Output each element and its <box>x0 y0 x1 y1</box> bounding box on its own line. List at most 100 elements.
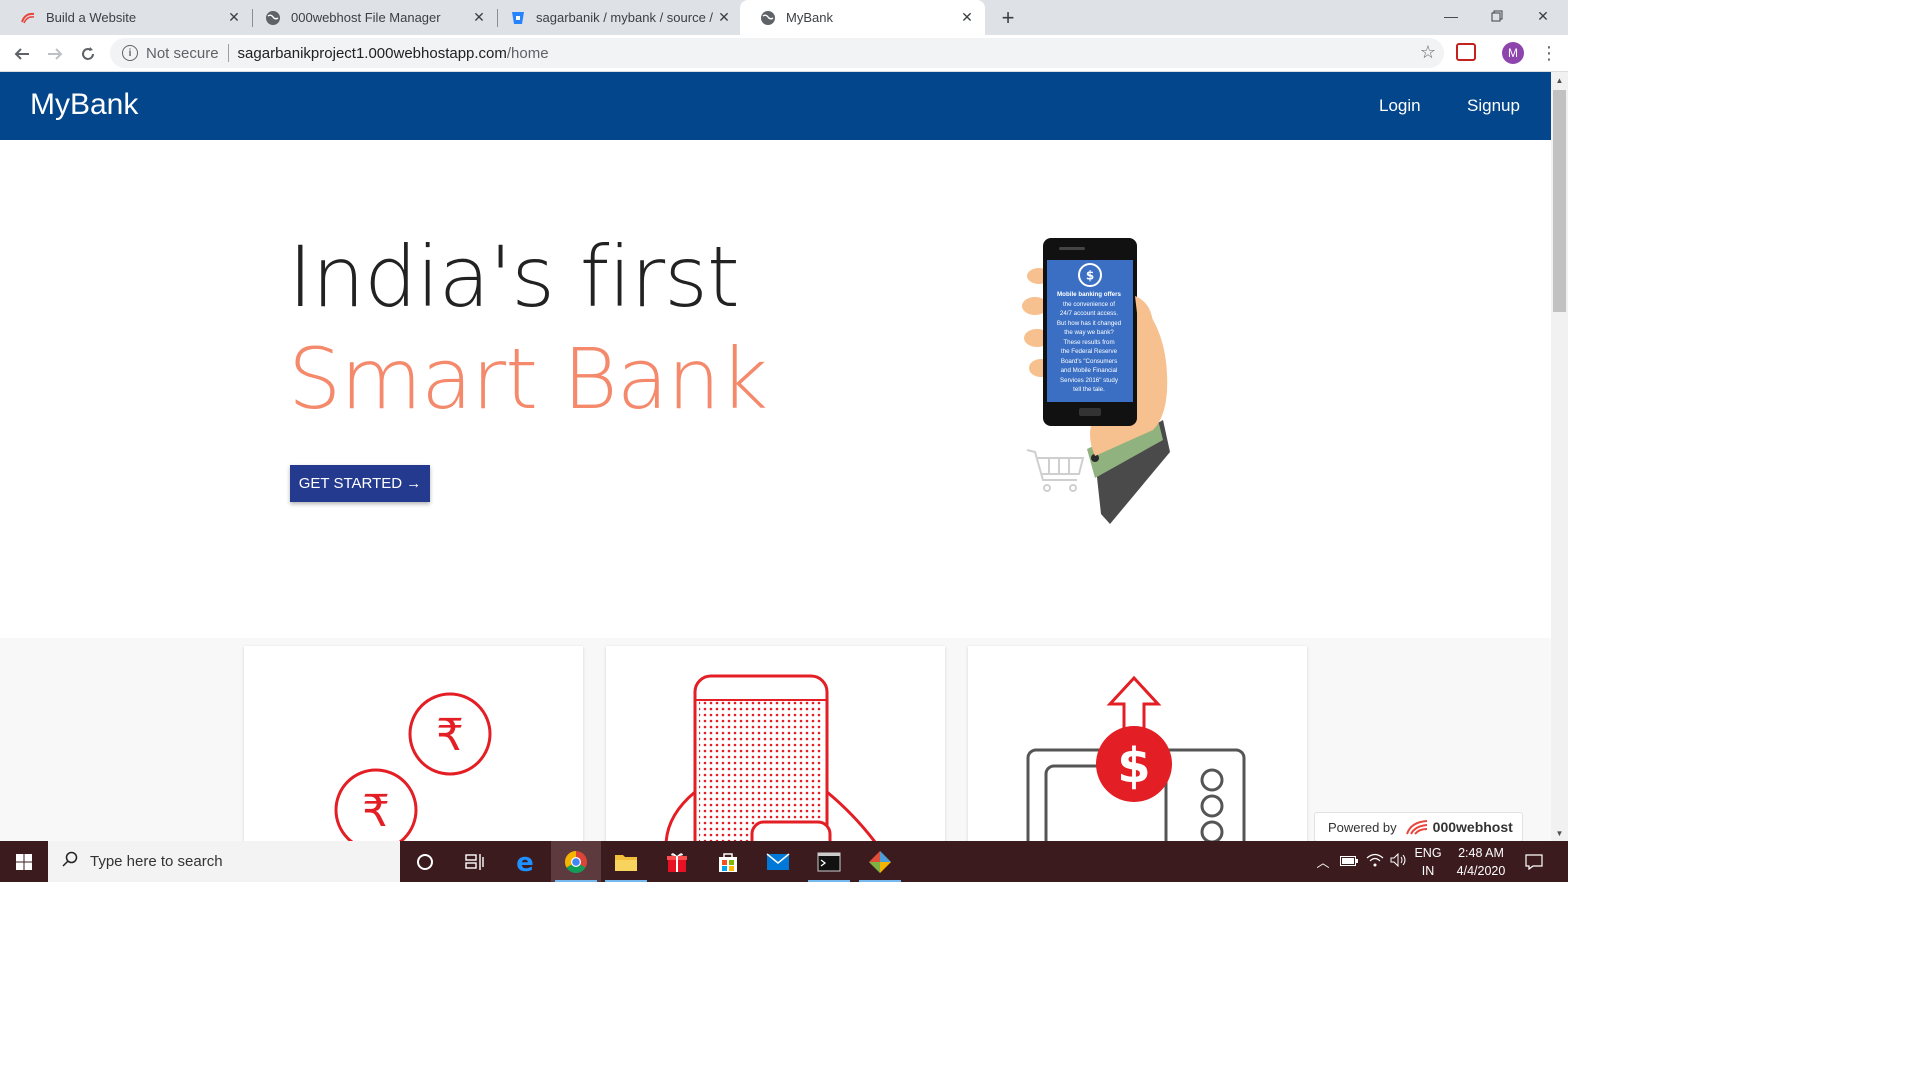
powered-by-label: Powered by <box>1328 819 1397 835</box>
forward-button[interactable] <box>41 40 69 68</box>
notification-icon <box>1525 854 1543 870</box>
window-close-button[interactable]: ✕ <box>1520 0 1566 32</box>
show-hidden-icons-chevron-icon[interactable]: ︿ <box>1314 852 1332 871</box>
globe-icon <box>265 10 281 26</box>
cortana-button[interactable] <box>400 841 450 882</box>
close-icon[interactable]: ✕ <box>959 9 975 26</box>
tab-title: Build a Website <box>46 10 137 25</box>
bitbucket-icon <box>510 10 526 26</box>
active-indicator <box>605 880 647 882</box>
tab-title: MyBank <box>786 10 833 25</box>
terminal-button[interactable] <box>804 841 854 882</box>
scroll-thumb[interactable] <box>1553 90 1566 312</box>
shopping-cart-icon <box>1026 449 1085 492</box>
phone-screen-text: Mobile banking offers the convenience of… <box>1056 291 1122 393</box>
active-indicator <box>859 880 901 882</box>
active-indicator <box>808 880 850 882</box>
chrome-taskbar-button[interactable] <box>551 841 601 882</box>
svg-text:$: $ <box>1086 269 1094 283</box>
pocket-extension-icon[interactable] <box>1456 43 1476 61</box>
page-scrollbar[interactable]: ▲ ▼ <box>1551 72 1568 841</box>
svg-text:₹: ₹ <box>436 710 464 761</box>
browser-toolbar: i Not secure sagarbanikproject1.000webho… <box>0 35 1568 72</box>
notification-center-button[interactable] <box>1520 849 1548 875</box>
wifi-icon[interactable] <box>1366 853 1386 870</box>
bookmark-star-icon[interactable]: ☆ <box>1420 42 1436 63</box>
git-app-button[interactable] <box>855 841 905 882</box>
svg-text:₹: ₹ <box>362 786 390 837</box>
feature-card-mobile[interactable] <box>606 646 945 841</box>
site-brand[interactable]: MyBank <box>30 88 138 122</box>
taskbar-search-box[interactable]: Type here to search <box>48 841 400 882</box>
system-tray: ︿ <box>1314 841 1410 882</box>
get-started-button[interactable]: GET STARTED → <box>290 465 430 502</box>
forward-arrow-icon <box>48 48 63 60</box>
start-button[interactable] <box>0 841 48 882</box>
tab-title: sagarbanik / mybank / source / R <box>536 10 716 25</box>
mail-button[interactable] <box>753 841 803 882</box>
feature-card-currency[interactable]: ₹ ₹ <box>244 646 583 841</box>
feature-card-transfer[interactable]: $ <box>968 646 1307 841</box>
folder-icon <box>615 854 637 871</box>
task-view-button[interactable] <box>450 841 500 882</box>
features-section: ₹ ₹ $ <box>0 638 1551 841</box>
separator <box>227 44 229 62</box>
reload-button[interactable] <box>74 40 102 68</box>
web-page: MyBank Login Signup India's first Smart … <box>0 72 1551 841</box>
language-indicator[interactable]: ENG IN <box>1412 844 1444 880</box>
task-view-icon <box>465 853 484 870</box>
info-icon[interactable]: i <box>122 45 138 61</box>
search-placeholder: Type here to search <box>90 853 223 870</box>
mobile-phone-hands-icon <box>664 674 877 841</box>
menu-dots-icon[interactable]: ⋮ <box>1540 42 1558 64</box>
login-link[interactable]: Login <box>1379 96 1421 116</box>
file-explorer-button[interactable] <box>601 841 651 882</box>
restore-icon <box>1491 10 1503 22</box>
powered-by-badge[interactable]: Powered by 000webhost <box>1314 812 1523 841</box>
powered-by-brand: 000webhost <box>1432 819 1513 835</box>
clock[interactable]: 2:48 AM 4/4/2020 <box>1450 844 1512 880</box>
volume-icon[interactable] <box>1390 852 1410 870</box>
address-bar[interactable]: i Not secure sagarbanikproject1.000webho… <box>110 38 1444 68</box>
site-navbar: MyBank Login Signup <box>0 72 1551 140</box>
chrome-icon <box>565 850 587 873</box>
edge-icon: e <box>516 850 534 874</box>
tab-bitbucket[interactable]: sagarbanik / mybank / source / R ✕ <box>490 0 742 35</box>
tab-mybank[interactable]: MyBank ✕ <box>740 0 985 35</box>
hero-title-line2: Smart Bank <box>288 330 768 428</box>
gift-icon <box>667 852 687 872</box>
back-button[interactable] <box>8 40 36 68</box>
security-label: Not secure <box>146 44 219 62</box>
url-host: sagarbanikproject1.000webhostapp.com <box>237 44 507 62</box>
close-icon[interactable]: ✕ <box>716 9 732 26</box>
back-arrow-icon <box>14 48 29 60</box>
restore-button[interactable] <box>1474 0 1520 32</box>
git-diamond-icon <box>869 850 891 873</box>
url-path: /home <box>506 44 549 62</box>
scroll-down-arrow-icon[interactable]: ▼ <box>1551 825 1568 841</box>
browser-tab-strip: Build a Website ✕ 000webhost File Manage… <box>0 0 1568 35</box>
webhost-logo-icon <box>1405 820 1427 835</box>
hero-title-line1: India's first <box>288 228 740 326</box>
terminal-icon <box>817 852 841 871</box>
battery-icon[interactable] <box>1340 854 1360 869</box>
profile-avatar[interactable]: M <box>1502 42 1524 64</box>
windows-taskbar: Type here to search e ︿ ENG IN 2:48 AM 4… <box>0 841 1568 882</box>
webhost-logo-icon <box>20 10 36 26</box>
scroll-up-arrow-icon[interactable]: ▲ <box>1551 72 1568 88</box>
windows-logo-icon <box>16 853 32 870</box>
signup-link[interactable]: Signup <box>1467 96 1520 116</box>
minimize-button[interactable]: — <box>1428 0 1474 32</box>
close-icon[interactable]: ✕ <box>471 9 487 26</box>
store-button[interactable] <box>703 841 753 882</box>
tab-build-website[interactable]: Build a Website ✕ <box>0 0 252 35</box>
svg-text:$: $ <box>1117 738 1150 794</box>
gift-app-button[interactable] <box>652 841 702 882</box>
close-icon[interactable]: ✕ <box>226 9 242 26</box>
mail-icon <box>766 852 790 870</box>
new-tab-button[interactable]: + <box>996 5 1020 30</box>
tab-file-manager[interactable]: 000webhost File Manager ✕ <box>245 0 497 35</box>
cortana-circle-icon <box>417 853 433 870</box>
clock-date: 4/4/2020 <box>1456 864 1506 878</box>
edge-taskbar-button[interactable]: e <box>500 841 550 882</box>
